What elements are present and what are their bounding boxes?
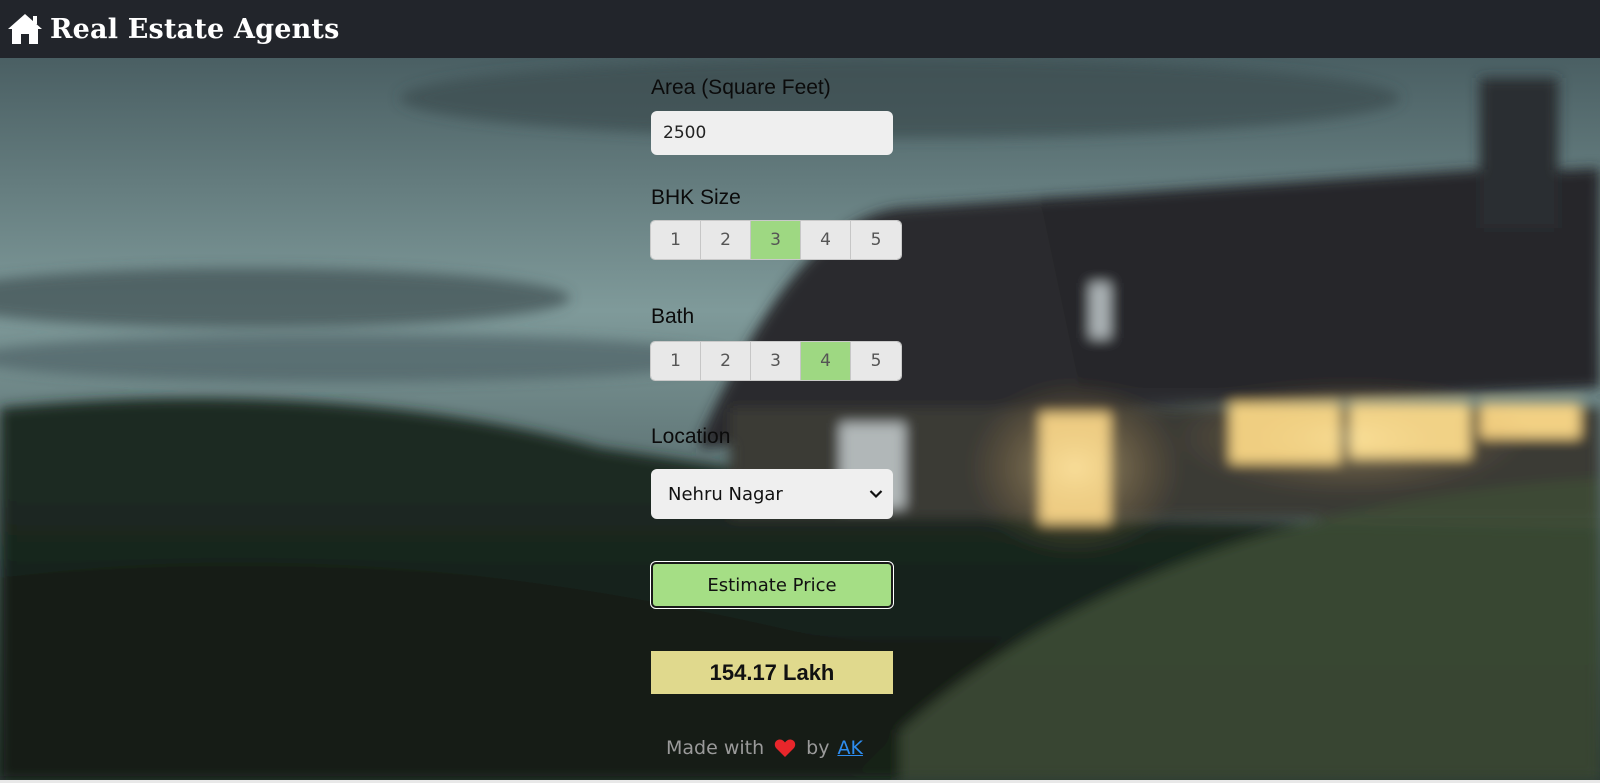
bhk-option-4[interactable]: 4 [801,221,851,259]
bhk-option-5[interactable]: 5 [851,221,901,259]
area-input[interactable] [651,111,893,155]
estimated-price-result: 154.17 Lakh [651,651,893,694]
bath-option-3[interactable]: 3 [751,342,801,380]
footer-by: by [806,737,830,759]
home-icon[interactable] [6,12,44,46]
bhk-option-3[interactable]: 3 [751,221,801,259]
bath-option-4[interactable]: 4 [801,342,851,380]
footer: Made with by AK [666,737,863,759]
bath-label: Bath [651,305,695,328]
brand-title[interactable]: Real Estate Agents [50,14,339,45]
location-select[interactable]: Nehru Nagar [651,469,893,519]
estimate-price-button[interactable]: Estimate Price [650,561,894,609]
bhk-selector: 1 2 3 4 5 [651,221,901,259]
location-label: Location [651,425,731,448]
bhk-option-1[interactable]: 1 [651,221,701,259]
bath-option-5[interactable]: 5 [851,342,901,380]
bath-option-2[interactable]: 2 [701,342,751,380]
area-label: Area (Square Feet) [651,76,831,99]
footer-made-with: Made with [666,737,765,759]
heart-icon [774,739,796,757]
bhk-label: BHK Size [651,186,741,209]
author-link[interactable]: AK [837,737,862,759]
navbar: Real Estate Agents [0,0,1600,58]
bath-option-1[interactable]: 1 [651,342,701,380]
chevron-down-icon [869,490,883,499]
location-selected-value: Nehru Nagar [668,483,783,505]
bath-selector: 1 2 3 4 5 [651,342,901,380]
bhk-option-2[interactable]: 2 [701,221,751,259]
